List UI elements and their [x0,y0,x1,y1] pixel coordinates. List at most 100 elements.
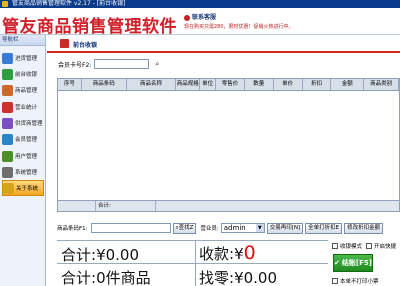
sidebar-item-1[interactable]: 进货管理 [2,50,44,66]
info-icon [3,182,14,194]
grid-header: 序号 商品条码 商品名称 商品规格 单位 零售价 数量 单价 折扣 金额 商品类别 [58,79,399,91]
received-label: 收款: [199,245,235,263]
sales-grid: 序号 商品条码 商品名称 商品规格 单位 零售价 数量 单价 折扣 金额 商品类别 合计: [57,78,400,212]
total-amount-label: 合计: [61,246,97,264]
received-prefix: ¥ [234,245,244,263]
change-value: ¥0.00 [234,269,278,286]
find-label: 查找Z [178,224,194,231]
grid-footer-spacer [58,201,96,211]
cash-mode-label: 收银模式 [340,244,363,250]
totals-divider-v [195,241,196,286]
binoculars-icon[interactable]: ⌕ [150,59,164,69]
settle-label: 结账[F5] [341,259,372,267]
grid-column-header[interactable]: 金额 [331,79,365,90]
member-icon [2,133,13,145]
sidebar-item-6[interactable]: 会员管理 [2,131,44,147]
salesman-label: 营业员: [200,226,219,232]
grid-footer-label: 合计: [96,201,156,211]
truck-icon [2,52,13,64]
sidebar-item-label: 会员管理 [15,137,38,143]
chart-icon [2,101,13,113]
item-count: 合计:0件商品 [61,267,151,286]
sidebar-item-9[interactable]: 关于系统 [2,180,44,196]
contact-label: 联系客服 [192,14,217,21]
salesman-select[interactable]: admin ▼ [220,223,265,233]
full-discount-button[interactable]: 全单打折扣E [305,222,343,234]
contact-link[interactable]: 联系客服 [184,12,216,21]
cash-register-icon [2,68,13,80]
sidebar-item-2[interactable]: 前台收银 [2,66,44,82]
no-receipt-box[interactable] [332,278,338,284]
panel-header: 前台收银 [47,35,400,53]
grid-column-header[interactable]: 序号 [58,79,82,90]
grid-column-header[interactable]: 数量 [245,79,274,90]
sidebar-item-4[interactable]: 营业统计 [2,99,44,115]
sidebar-item-label: 前台收银 [15,72,38,78]
box-icon [2,84,13,96]
totals-panel: 合计:¥0.00 收款:¥0 合计:0件商品 找零:¥0.00 [57,240,328,286]
salesman-value: admin [223,224,246,232]
grid-column-header[interactable]: 零售价 [216,79,245,90]
sidebar-item-7[interactable]: 用户管理 [2,148,44,164]
sidebar-item-8[interactable]: 系统管理 [2,164,44,180]
quick-settle-box[interactable] [366,243,372,249]
grid-column-header[interactable]: 单位 [200,79,217,90]
sidebar-item-label: 商品管理 [15,88,38,94]
sidebar-item-5[interactable]: 供货商管理 [2,115,44,131]
edit-discount-button[interactable]: 修改折扣金额 [344,222,384,234]
sidebar-heading: 导航栏 [0,35,45,46]
cashier-icon [60,39,69,48]
quick-settle-checkbox[interactable]: 开启快捷 [366,242,396,250]
member-card-input[interactable] [94,59,150,69]
barcode-input[interactable] [90,223,171,233]
grid-footer: 合计: [58,200,399,211]
sidebar-item-label: 关于系统 [16,186,39,192]
total-amount: 合计:¥0.00 [61,244,139,265]
window-titlebar: 管友商品销售管理软件 v2.17 - [前台收银] [0,0,400,8]
item-count-value: 0件商品 [96,269,151,286]
gear-icon [2,166,13,178]
find-button[interactable]: ⌕查找Z [172,222,197,234]
barcode-label: 商品条码F1: [57,226,88,232]
member-card-row: 会员卡号F2: ⌕ [58,58,164,70]
scan-toolbar: 商品条码F1: ⌕查找Z 营业员: admin ▼ 交易再印[N] 全单打折扣E … [57,221,400,235]
sidebar-item-label: 用户管理 [15,154,38,160]
sidebar-item-label: 供货商管理 [15,121,43,127]
support-icon [184,14,190,21]
quick-settle-label: 开启快捷 [374,244,397,250]
no-receipt-label: 本单不打印小票 [340,279,379,285]
sidebar-item-3[interactable]: 商品管理 [2,82,44,98]
sidebar-item-label: 进货管理 [15,56,38,62]
sidebar: 导航栏 进货管理前台收银商品管理营业统计供货商管理会员管理用户管理系统管理关于系… [0,35,46,286]
check-icon: ✔ [334,259,340,267]
no-receipt-checkbox[interactable]: 本单不打印小票 [332,277,379,285]
grid-column-header[interactable]: 折扣 [303,79,332,90]
change-amount: 找零:¥0.00 [199,267,277,286]
grid-column-header[interactable]: 商品条码 [82,79,127,90]
app-header: 管友商品销售管理软件 联系客服 现在购买只需280，限时优惠！促销火热进行中。 [0,8,400,37]
total-amount-value: ¥0.00 [96,246,140,264]
received-amount: 收款:¥0 [199,242,256,264]
app-icon [2,1,8,7]
received-value[interactable]: 0 [244,242,256,264]
settle-panel: 收银模式 开启快捷 ✔ 结账[F5] 本单不打印小票 [331,240,400,286]
cash-mode-box[interactable] [332,243,338,249]
chevron-down-icon: ▼ [255,224,264,232]
user-icon [2,150,13,162]
member-card-label: 会员卡号F2: [58,61,92,69]
change-label: 找零: [199,269,235,286]
window-title: 管友商品销售管理软件 v2.17 - [前台收银] [12,0,126,7]
reprint-button[interactable]: 交易再印[N] [266,222,304,234]
grid-column-header[interactable]: 商品规格 [176,79,201,90]
grid-column-header[interactable]: 单价 [274,79,303,90]
cash-mode-checkbox[interactable]: 收银模式 [332,242,362,250]
settle-button[interactable]: ✔ 结账[F5] [333,254,373,272]
promo-notice: 现在购买只需280，限时优惠！促销火热进行中。 [184,24,294,30]
grid-column-header[interactable]: 商品类别 [364,79,399,90]
grid-column-header[interactable]: 商品名称 [127,79,177,90]
supplier-icon [2,117,13,129]
panel-title: 前台收银 [73,42,98,49]
sidebar-item-label: 系统管理 [15,170,38,176]
brand-title: 管友商品销售管理软件 [2,17,177,37]
sidebar-item-label: 营业统计 [15,105,38,111]
